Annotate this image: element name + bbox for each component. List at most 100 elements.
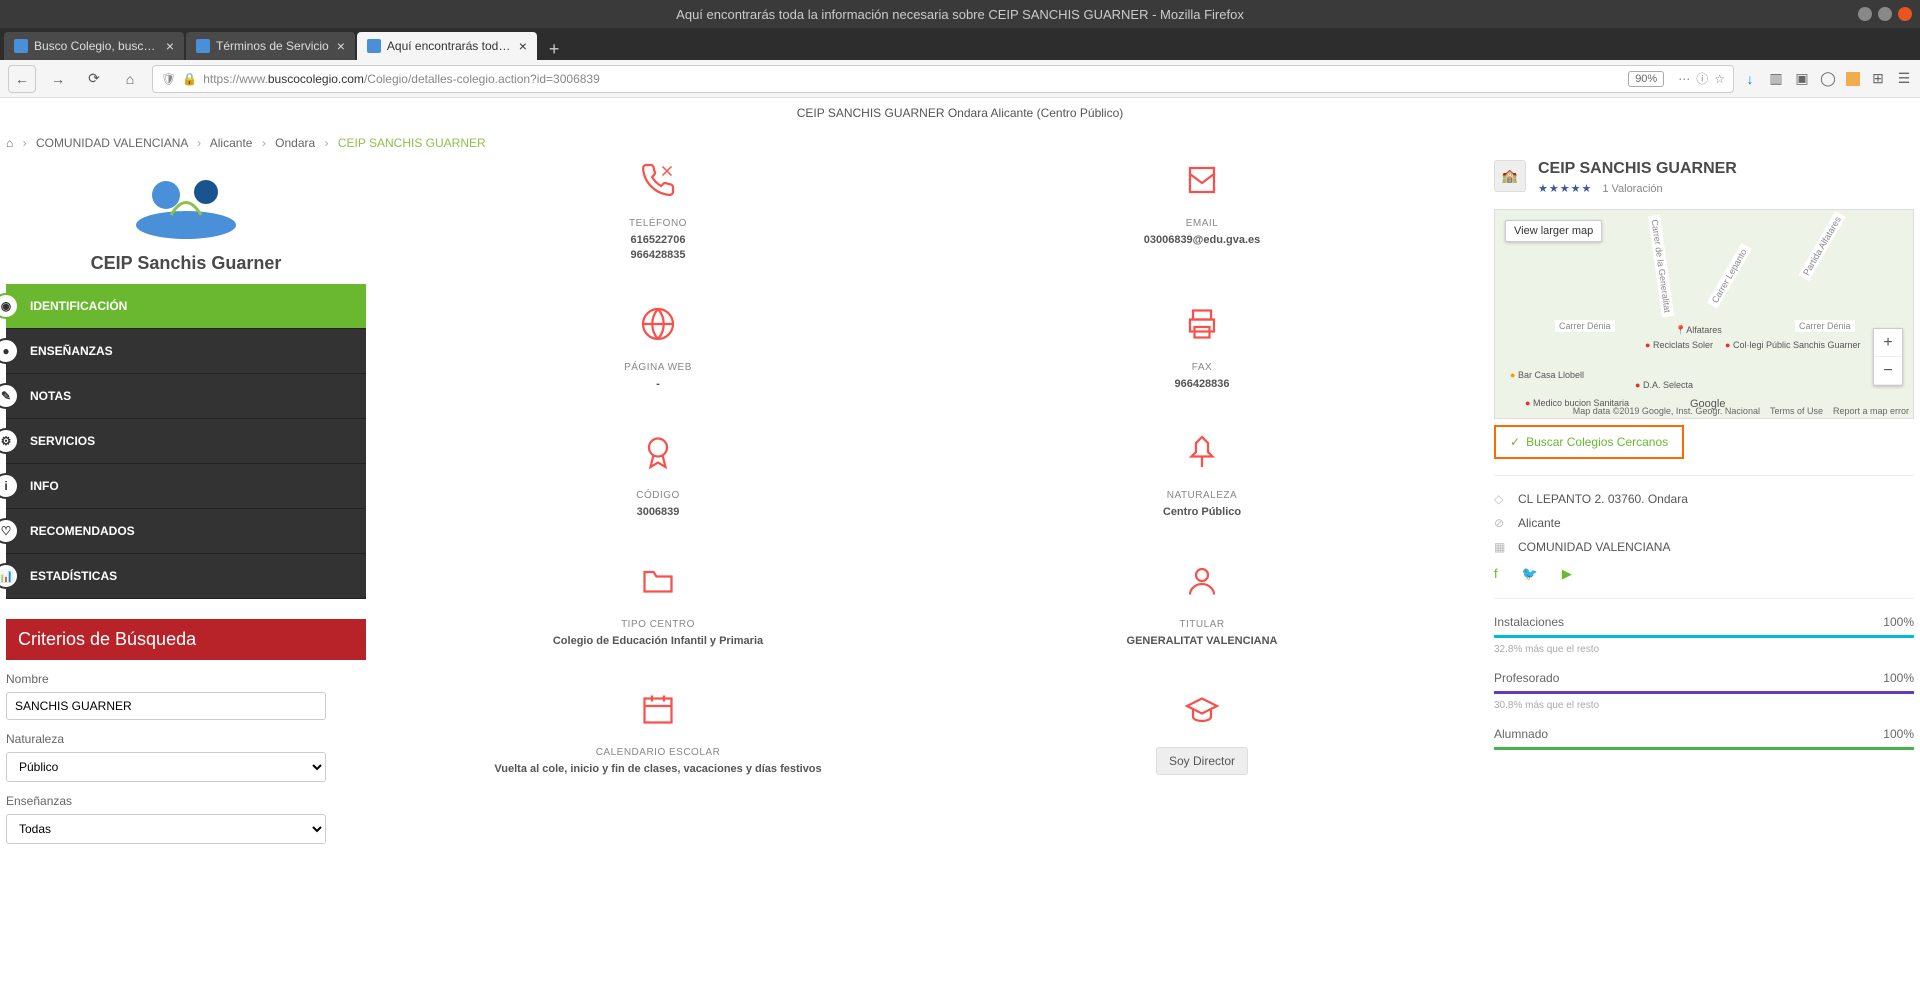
breadcrumb-item[interactable]: COMUNIDAD VALENCIANA bbox=[36, 136, 188, 150]
breadcrumb-current: CEIP SANCHIS GUARNER bbox=[338, 136, 486, 150]
nav-ensenanzas[interactable]: ●ENSEÑANZAS bbox=[6, 329, 366, 374]
map-road: Partida Alfatares bbox=[1798, 211, 1845, 281]
map-terms[interactable]: Terms of Use bbox=[1770, 406, 1823, 416]
home-button[interactable]: ⌂ bbox=[116, 65, 144, 93]
breadcrumb-item[interactable]: Alicante bbox=[210, 136, 253, 150]
tabstrip: Busco Colegio, busca y c × Términos de S… bbox=[0, 28, 1920, 60]
view-larger-map-button[interactable]: View larger map bbox=[1505, 220, 1602, 242]
region-line: ▦COMUNIDAD VALENCIANA bbox=[1494, 540, 1914, 554]
browser-toolbar: ← → ⟳ ⌂ 🛡 🔒 https://www.buscocolegio.com… bbox=[0, 60, 1920, 98]
close-icon[interactable] bbox=[1898, 7, 1912, 21]
envelope-icon bbox=[940, 160, 1464, 200]
nav-estadisticas[interactable]: 📊ESTADÍSTICAS bbox=[6, 554, 366, 599]
metric-name: Instalaciones bbox=[1494, 615, 1564, 629]
breadcrumb-home[interactable]: ⌂ bbox=[6, 136, 13, 150]
card-value: 616522706 bbox=[396, 233, 920, 248]
card-label: TITULAR bbox=[940, 619, 1464, 630]
card-label: NATURALEZA bbox=[940, 490, 1464, 501]
metric-pct: 100% bbox=[1883, 671, 1914, 685]
buscar-cercanos-button[interactable]: ✓ Buscar Colegios Cercanos bbox=[1494, 425, 1684, 459]
favicon-icon bbox=[367, 39, 381, 53]
ensenanzas-select[interactable]: Todas bbox=[6, 814, 326, 844]
window-controls bbox=[1858, 7, 1912, 21]
card-value: 966428835 bbox=[396, 248, 920, 263]
metric-pct: 100% bbox=[1883, 615, 1914, 629]
bookmark-icon[interactable]: ☆ bbox=[1714, 72, 1725, 86]
naturaleza-select[interactable]: Público bbox=[6, 752, 326, 782]
metric-alumnado: Alumnado100% bbox=[1494, 727, 1914, 750]
globe-icon bbox=[396, 304, 920, 344]
tab-close-icon[interactable]: × bbox=[337, 38, 345, 54]
middle-column: TELÉFONO 616522706 966428835 EMAIL 03006… bbox=[396, 160, 1464, 844]
map[interactable]: View larger map Carrer Dénia Carrer Lepa… bbox=[1494, 209, 1914, 419]
nombre-input[interactable] bbox=[6, 692, 326, 720]
sidebar-icon[interactable]: ▣ bbox=[1794, 70, 1810, 87]
logo-icon bbox=[131, 170, 241, 240]
toolbar-right: ↓ ▥ ▣ ◯ ⊞ ☰ bbox=[1742, 70, 1912, 87]
twitter-icon[interactable]: 🐦 bbox=[1522, 566, 1538, 582]
soy-director-button[interactable]: Soy Director bbox=[1156, 747, 1248, 775]
url-host: buscocolegio.com bbox=[268, 72, 364, 86]
card-titular: TITULAR GENERALITAT VALENCIANA bbox=[940, 561, 1464, 649]
more-icon[interactable]: ⋯ bbox=[1678, 72, 1690, 86]
nav-circle-icon: ● bbox=[0, 338, 19, 364]
downloads-icon[interactable]: ↓ bbox=[1742, 71, 1758, 87]
maximize-icon[interactable] bbox=[1878, 7, 1892, 21]
account-icon[interactable]: ◯ bbox=[1820, 70, 1836, 87]
nav-label: SERVICIOS bbox=[30, 434, 95, 448]
tab-label: Términos de Servicio bbox=[216, 39, 329, 53]
facebook-icon[interactable]: f bbox=[1494, 566, 1498, 582]
metric-name: Profesorado bbox=[1494, 671, 1559, 685]
reader-icon[interactable]: ⓘ bbox=[1696, 70, 1708, 87]
rating-text: 1 Valoración bbox=[1602, 183, 1662, 195]
ext1-icon[interactable] bbox=[1846, 72, 1860, 86]
page-subtitle: CEIP SANCHIS GUARNER Ondara Alicante (Ce… bbox=[6, 98, 1914, 132]
map-report[interactable]: Report a map error bbox=[1833, 406, 1909, 416]
back-button[interactable]: ← bbox=[8, 65, 36, 93]
location-icon: ◇ bbox=[1494, 492, 1508, 506]
zoom-badge[interactable]: 90% bbox=[1628, 71, 1664, 87]
nav-identificacion[interactable]: ◉IDENTIFICACIÓN bbox=[6, 284, 366, 329]
map-zoom-controls: + − bbox=[1873, 328, 1903, 386]
menu-icon[interactable]: ☰ bbox=[1896, 70, 1912, 87]
reload-button[interactable]: ⟳ bbox=[80, 65, 108, 93]
map-road: Carrer Lepanto bbox=[1707, 243, 1752, 308]
map-footer: Map data ©2019 Google, Inst. Geogr. Naci… bbox=[1573, 406, 1909, 416]
nav-servicios[interactable]: ⚙SERVICIOS bbox=[6, 419, 366, 464]
card-telefono: TELÉFONO 616522706 966428835 bbox=[396, 160, 920, 264]
nav-label: ESTADÍSTICAS bbox=[30, 569, 117, 583]
stars-icon: ★★★★★ bbox=[1538, 182, 1592, 195]
tab-1[interactable]: Términos de Servicio × bbox=[186, 32, 355, 60]
window-titlebar: Aquí encontrarás toda la información nec… bbox=[0, 0, 1920, 28]
nav-notas[interactable]: ✎NOTAS bbox=[6, 374, 366, 419]
url-bar[interactable]: 🛡 🔒 https://www.buscocolegio.com/Colegio… bbox=[152, 65, 1734, 93]
nav-info[interactable]: iINFO bbox=[6, 464, 366, 509]
breadcrumb-item[interactable]: Ondara bbox=[275, 136, 315, 150]
card-email: EMAIL 03006839@edu.gva.es bbox=[940, 160, 1464, 264]
lock-icon: 🔒 bbox=[182, 72, 197, 86]
tab-close-icon[interactable]: × bbox=[519, 38, 527, 54]
nav-label: NOTAS bbox=[30, 389, 71, 403]
minimize-icon[interactable] bbox=[1858, 7, 1872, 21]
side-nav: ◉IDENTIFICACIÓN ●ENSEÑANZAS ✎NOTAS ⚙SERV… bbox=[6, 284, 366, 599]
tab-2[interactable]: Aquí encontrarás toda la × bbox=[357, 32, 537, 60]
ext2-icon[interactable]: ⊞ bbox=[1870, 70, 1886, 87]
new-tab-button[interactable]: + bbox=[539, 39, 570, 60]
youtube-icon[interactable]: ▶ bbox=[1562, 566, 1572, 582]
nav-recomendados[interactable]: ♡RECOMENDADOS bbox=[6, 509, 366, 554]
map-poi: ● Bar Casa Llobell bbox=[1510, 370, 1584, 380]
tab-close-icon[interactable]: × bbox=[166, 38, 174, 54]
map-road: Carrer Dénia bbox=[1795, 320, 1855, 332]
zoom-in-button[interactable]: + bbox=[1874, 329, 1902, 357]
library-icon[interactable]: ▥ bbox=[1768, 70, 1784, 87]
zoom-out-button[interactable]: − bbox=[1874, 357, 1902, 385]
url-prefix: https://www. bbox=[203, 72, 268, 86]
card-label: TELÉFONO bbox=[396, 218, 920, 229]
badge-icon bbox=[396, 432, 920, 472]
map-road: Carrer Dénia bbox=[1555, 320, 1615, 332]
shield-icon: 🛡 bbox=[161, 72, 176, 86]
tab-0[interactable]: Busco Colegio, busca y c × bbox=[4, 32, 184, 60]
metric-instalaciones: Instalaciones100% 32.8% más que el resto bbox=[1494, 615, 1914, 655]
forward-button[interactable]: → bbox=[44, 65, 72, 93]
card-label: EMAIL bbox=[940, 218, 1464, 229]
